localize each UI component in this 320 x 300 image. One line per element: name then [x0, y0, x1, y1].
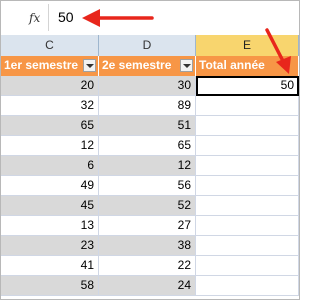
fx-icon[interactable]: fx [29, 10, 47, 26]
cell[interactable]: 56 [99, 176, 196, 196]
cell[interactable] [196, 156, 299, 176]
cell[interactable]: 45 [1, 196, 99, 216]
cell[interactable]: 89 [99, 96, 196, 116]
cell[interactable]: 65 [99, 136, 196, 156]
header-label: Total année [199, 58, 265, 72]
cell[interactable] [196, 116, 299, 136]
data-grid: 1er semestre 2e semestre Total année 20 … [1, 56, 299, 296]
column-header-d[interactable]: D [99, 35, 196, 56]
selected-cell[interactable]: 50 [196, 76, 299, 96]
cell[interactable]: 12 [99, 156, 196, 176]
cell[interactable] [196, 236, 299, 256]
formula-input[interactable]: 50 [58, 7, 178, 27]
cell[interactable]: 13 [1, 216, 99, 236]
table-header-cell[interactable]: Total année [196, 56, 299, 76]
column-header-e[interactable]: E [196, 35, 299, 56]
cell[interactable]: 38 [99, 236, 196, 256]
filter-dropdown-icon[interactable] [180, 59, 193, 72]
table-row: 58 24 [1, 276, 299, 296]
cell[interactable] [196, 276, 299, 296]
table-header-cell[interactable]: 1er semestre [1, 56, 99, 76]
cell[interactable] [196, 136, 299, 156]
cell[interactable] [196, 216, 299, 236]
cell[interactable] [196, 176, 299, 196]
table-row: 65 51 [1, 116, 299, 136]
table-header-row: 1er semestre 2e semestre Total année [1, 56, 299, 76]
cell[interactable]: 49 [1, 176, 99, 196]
table-row: 32 89 [1, 96, 299, 116]
cell[interactable] [196, 256, 299, 276]
cell[interactable]: 58 [1, 276, 99, 296]
cell[interactable]: 27 [99, 216, 196, 236]
cell[interactable]: 41 [1, 256, 99, 276]
cell[interactable]: 23 [1, 236, 99, 256]
table-row: 49 56 [1, 176, 299, 196]
filter-dropdown-icon[interactable] [83, 59, 96, 72]
column-header-c[interactable]: C [1, 35, 99, 56]
table-row: 45 52 [1, 196, 299, 216]
column-headers: C D E [1, 35, 299, 57]
cell[interactable] [196, 196, 299, 216]
table-row: 13 27 [1, 216, 299, 236]
cell[interactable]: 24 [99, 276, 196, 296]
cell[interactable]: 52 [99, 196, 196, 216]
table-row: 23 38 [1, 236, 299, 256]
cell[interactable]: 12 [1, 136, 99, 156]
cell[interactable]: 20 [1, 76, 99, 96]
cell[interactable]: 32 [1, 96, 99, 116]
table-row: 6 12 [1, 156, 299, 176]
table-row: 41 22 [1, 256, 299, 276]
cell[interactable] [196, 96, 299, 116]
table-row: 12 65 [1, 136, 299, 156]
cell[interactable]: 6 [1, 156, 99, 176]
table-row: 20 30 50 [1, 76, 299, 96]
spreadsheet-window: fx 50 C D E 1er semestre 2e semestre Tot… [0, 0, 300, 300]
table-header-cell[interactable]: 2e semestre [99, 56, 196, 76]
header-label: 1er semestre [4, 58, 79, 72]
formula-bar-separator [48, 4, 49, 31]
cell[interactable]: 22 [99, 256, 196, 276]
cell[interactable]: 51 [99, 116, 196, 136]
formula-bar: fx 50 [1, 1, 299, 36]
header-label: 2e semestre [102, 58, 172, 72]
cell[interactable]: 65 [1, 116, 99, 136]
cell[interactable]: 30 [99, 76, 196, 96]
